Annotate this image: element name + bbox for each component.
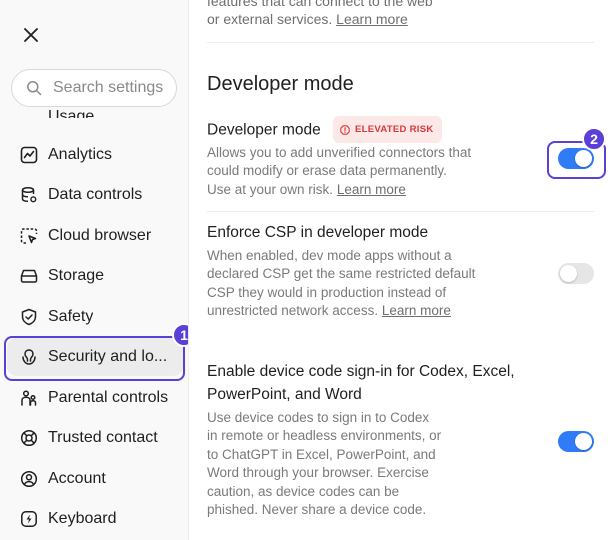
sidebar-item-label: Data controls	[48, 186, 143, 203]
device-code-toggle[interactable]	[558, 431, 594, 452]
keyboard-icon	[19, 509, 39, 529]
security-icon	[19, 347, 39, 367]
enforce-csp-toggle[interactable]	[558, 263, 594, 284]
title-line: Enable device code sign-in for Codex, Ex…	[207, 363, 515, 380]
sidebar-item-label: Keyboard	[48, 510, 117, 527]
sidebar-item-keyboard[interactable]: Keyboard	[7, 500, 183, 538]
desc-line: CSP they would in production instead of	[207, 284, 447, 300]
close-button[interactable]	[18, 22, 44, 48]
developer-mode-toggle[interactable]	[558, 148, 594, 169]
close-icon	[24, 28, 38, 42]
sidebar-item-safety[interactable]: Safety	[7, 298, 183, 336]
desc-line: in remote or headless environments, or	[207, 428, 442, 444]
device-code-title: Enable device code sign-in for Codex, Ex…	[207, 360, 515, 406]
annotation-badge-1: 1	[172, 323, 188, 347]
sidebar-item-data-controls[interactable]: Data controls	[7, 176, 183, 214]
developer-mode-title: Developer mode	[207, 121, 321, 139]
sidebar-item-analytics[interactable]: Analytics	[7, 136, 183, 174]
learn-more-link[interactable]: Learn more	[337, 182, 406, 197]
desc-line: to ChatGPT in Excel, PowerPoint, and	[207, 446, 436, 462]
settings-window: Usage Analytics Data controls Cloud brow…	[0, 0, 612, 540]
desc-line: Use device codes to sign in to Codex	[207, 410, 430, 425]
toggle-knob	[575, 433, 592, 450]
developer-mode-title-row: Developer mode ELEVATED RISK	[207, 116, 442, 144]
divider	[207, 42, 594, 43]
search-input[interactable]	[53, 79, 173, 97]
analytics-icon	[19, 145, 39, 165]
desc-line: Word through your browser. Exercise	[207, 465, 429, 481]
lifebuoy-icon	[19, 428, 39, 448]
desc-line: declared CSP get the same restricted def…	[207, 266, 476, 282]
sidebar-item-label: Parental controls	[48, 389, 169, 406]
desc-line: phished. Never share a device code.	[207, 502, 427, 518]
sidebar-item-parental-controls[interactable]: Parental controls	[7, 379, 183, 417]
desc-line: Use at your own risk.	[207, 181, 334, 197]
developer-mode-desc: Allows you to add unverified connectors …	[207, 144, 471, 199]
previous-setting-desc: features that can connect to the web or …	[207, 0, 587, 28]
sidebar-item-label: Usage	[48, 109, 95, 118]
enforce-csp-title: Enforce CSP in developer mode	[207, 224, 429, 241]
search-settings-field[interactable]	[11, 69, 177, 107]
learn-more-link[interactable]: Learn more	[336, 11, 408, 27]
settings-sidebar: Usage Analytics Data controls Cloud brow…	[0, 0, 189, 540]
risk-label: ELEVATED RISK	[355, 124, 434, 135]
sidebar-item-storage[interactable]: Storage	[7, 257, 183, 295]
toggle-knob	[575, 150, 592, 167]
sidebar-item-cloud-browser[interactable]: Cloud browser	[7, 217, 183, 255]
device-code-desc: Use device codes to sign in to Codex in …	[207, 409, 441, 519]
sidebar-item-label: Security and lo...	[48, 348, 168, 365]
storage-icon	[19, 266, 39, 286]
sidebar-item-account[interactable]: Account	[7, 460, 183, 498]
desc-line: When enabled, dev mode apps without a	[207, 248, 452, 263]
shield-icon	[19, 307, 39, 327]
elevated-risk-badge: ELEVATED RISK	[333, 116, 442, 143]
learn-more-link[interactable]: Learn more	[382, 303, 451, 318]
enforce-csp-desc: When enabled, dev mode apps without a de…	[207, 247, 475, 321]
sidebar-item-label: Storage	[48, 267, 105, 284]
toggle-knob	[560, 265, 577, 282]
warning-icon	[340, 124, 350, 135]
cloud-browser-icon	[19, 226, 39, 246]
desc-line: unrestricted network access.	[207, 303, 379, 319]
desc-line: caution, as device codes can be	[207, 483, 400, 499]
annotation-badge-2: 2	[582, 127, 606, 151]
sidebar-item-label: Trusted contact	[48, 429, 158, 446]
desc-line: or external services.	[207, 11, 333, 27]
title-line: PowerPoint, and Word	[207, 386, 362, 403]
sidebar-item-trusted-contact[interactable]: Trusted contact	[7, 419, 183, 457]
parental-controls-icon	[19, 388, 39, 408]
account-icon	[19, 469, 39, 489]
sidebar-item-label: Analytics	[48, 146, 113, 163]
desc-line: could modify or erase data permanently.	[207, 163, 447, 179]
sidebar-item-security[interactable]: Security and lo...	[7, 338, 183, 376]
desc-line: Allows you to add unverified connectors …	[207, 145, 472, 160]
search-icon	[27, 81, 42, 96]
data-controls-icon	[19, 185, 39, 205]
divider	[207, 211, 594, 212]
sidebar-item-label: Account	[48, 470, 106, 487]
sidebar-item-label: Safety	[48, 308, 94, 325]
settings-content: features that can connect to the web or …	[189, 0, 612, 540]
sidebar-item-label: Cloud browser	[48, 227, 152, 244]
desc-line: features that can connect to the web	[207, 0, 433, 9]
section-title: Developer mode	[207, 73, 354, 95]
